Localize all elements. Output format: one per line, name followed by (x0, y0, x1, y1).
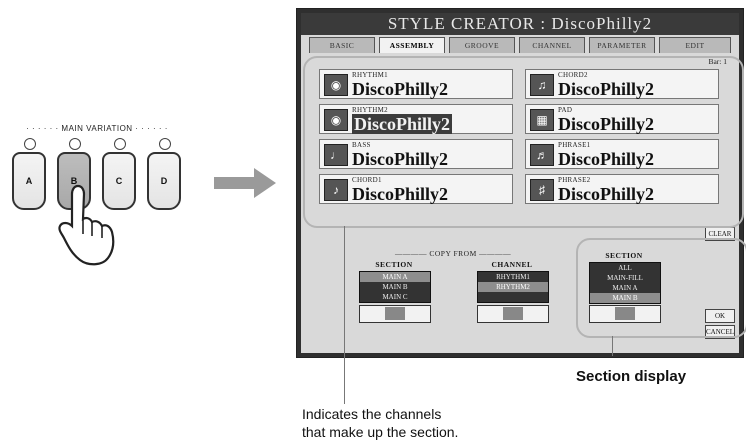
list-item[interactable]: MAIN A (360, 272, 430, 282)
copy-from-channel-list[interactable]: RHYTHM1 RHYTHM2 (477, 271, 549, 303)
tab-parameter[interactable]: PARAMETER (589, 37, 655, 53)
tab-bar: BASIC ASSEMBLY GROOVE CHANNEL PARAMETER … (309, 37, 731, 53)
list-item[interactable]: MAIN C (360, 292, 430, 302)
copy-from-section-label: SECTION (375, 260, 413, 269)
list-item[interactable]: MAIN B (360, 282, 430, 292)
tab-basic[interactable]: BASIC (309, 37, 375, 53)
channels-note-line2: that make up the section. (302, 424, 459, 440)
channels-callout-line (344, 226, 345, 404)
list-item[interactable]: RHYTHM2 (478, 282, 548, 292)
window-title: STYLE CREATOR : DiscoPhilly2 (301, 13, 739, 35)
list-item (478, 292, 548, 302)
tab-channel[interactable]: CHANNEL (519, 37, 585, 53)
channels-note-line1: Indicates the channels (302, 406, 442, 422)
section-highlight-oval (576, 238, 746, 338)
list-item[interactable]: RHYTHM1 (478, 272, 548, 282)
main-variation-title: · · · · · · MAIN VARIATION · · · · · · (26, 124, 168, 133)
pressing-hand-icon (58, 184, 115, 266)
channels-highlight-oval (303, 56, 744, 228)
variation-a-led (24, 138, 36, 150)
tab-edit[interactable]: EDIT (659, 37, 731, 53)
variation-d-button[interactable]: D (147, 138, 183, 216)
section-callout-line (612, 336, 613, 356)
tab-assembly[interactable]: ASSEMBLY (379, 37, 445, 53)
copy-from-channel-spinner[interactable] (477, 305, 549, 323)
copy-from-title: ———— COPY FROM ———— (395, 249, 512, 258)
tab-groove[interactable]: GROOVE (449, 37, 515, 53)
variation-d-led (159, 138, 171, 150)
up-down-arrow-icon (385, 307, 405, 320)
variation-c-led (114, 138, 126, 150)
section-display-caption: Section display (576, 368, 687, 385)
arrow-right-icon (214, 168, 276, 198)
copy-from-channel-label: CHANNEL (491, 260, 533, 269)
copy-from-section-spinner[interactable] (359, 305, 431, 323)
variation-b-led (69, 138, 81, 150)
copy-from-section-list[interactable]: MAIN A MAIN B MAIN C (359, 271, 431, 303)
up-down-arrow-icon (503, 307, 523, 320)
variation-a-button[interactable]: A (12, 138, 48, 216)
